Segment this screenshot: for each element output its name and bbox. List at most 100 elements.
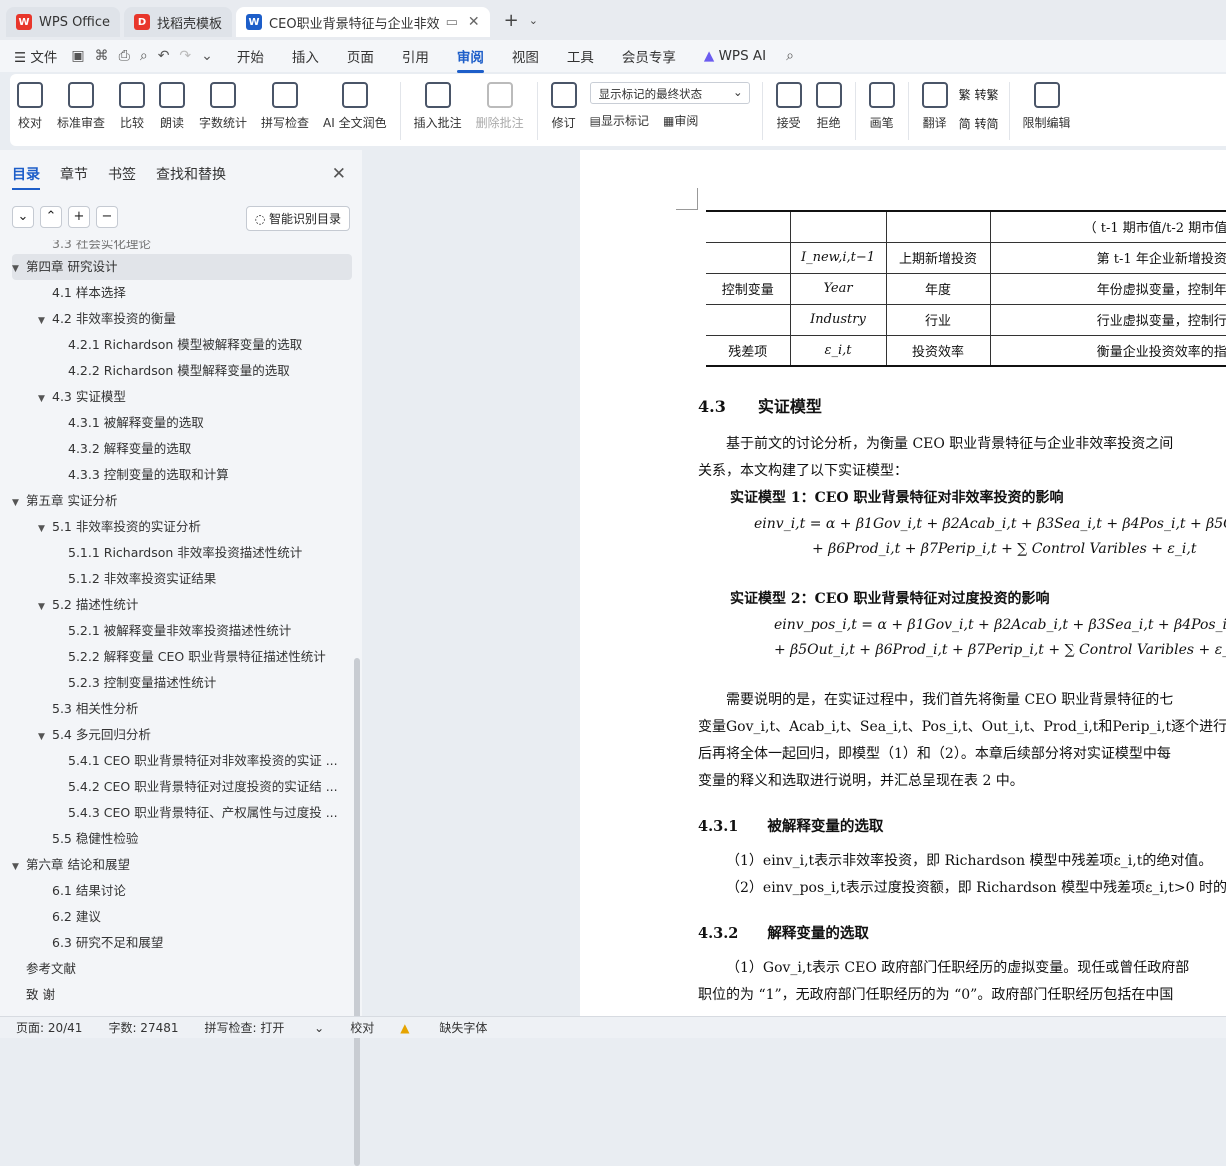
toc-item[interactable]: 5.4.2 CEO 职业背景特征对过度投资的实证结 ... bbox=[12, 774, 352, 800]
ribbon-tab-tools[interactable]: 工具 bbox=[567, 46, 594, 66]
file-menu[interactable]: ☰ 文件 bbox=[14, 46, 57, 66]
toc-item[interactable]: 致 谢 bbox=[12, 982, 352, 1008]
toc-item[interactable]: 5.1.2 非效率投资实证结果 bbox=[12, 566, 352, 592]
collapse-arrow-icon[interactable]: ▼ bbox=[38, 594, 52, 618]
toc-item[interactable]: 3.3 社会实化理论 bbox=[12, 240, 352, 254]
toc-item[interactable]: 6.1 结果讨论 bbox=[12, 878, 352, 904]
toc-item[interactable]: ▼ 第四章 研究设计 bbox=[12, 254, 352, 280]
new-tab-plus-icon[interactable]: + bbox=[504, 10, 519, 31]
track-changes-button[interactable]: 修订 bbox=[544, 82, 584, 131]
print-preview-icon[interactable]: ⌕ bbox=[140, 48, 148, 64]
toc-item[interactable]: 5.1.1 Richardson 非效率投资描述性统计 bbox=[12, 540, 352, 566]
toc-item[interactable]: 5.2.1 被解释变量非效率投资描述性统计 bbox=[12, 618, 352, 644]
ribbon-tab-home[interactable]: 开始 bbox=[237, 46, 264, 66]
undo-icon[interactable]: ↶ bbox=[158, 48, 170, 64]
show-markup-button[interactable]: ▤ 显示标记 bbox=[590, 112, 649, 129]
toc-item[interactable]: 6.2 建议 bbox=[12, 904, 352, 930]
ribbon-tab-review[interactable]: 审阅 bbox=[456, 46, 484, 73]
toc-item[interactable]: 5.4.3 CEO 职业背景特征、产权属性与过度投 ... bbox=[12, 800, 352, 826]
print-icon[interactable]: ⎙ bbox=[119, 48, 130, 64]
toc-item-label: 5.4.1 CEO 职业背景特征对非效率投资的实证 ... bbox=[68, 753, 338, 768]
smart-toc-button[interactable]: ◌ 智能识别目录 bbox=[245, 206, 350, 231]
to-traditional-button[interactable]: 繁 转繁 bbox=[959, 86, 999, 103]
insert-comment-button[interactable]: 插入批注 bbox=[407, 82, 469, 131]
toc-item[interactable]: 5.2.2 解释变量 CEO 职业背景特征描述性统计 bbox=[12, 644, 352, 670]
toc-item[interactable]: 4.3.1 被解释变量的选取 bbox=[12, 410, 352, 436]
proofread-status[interactable]: 校对 bbox=[350, 1019, 374, 1036]
collapse-arrow-icon[interactable]: ▼ bbox=[38, 386, 52, 410]
wps-ai-button[interactable]: ▲ WPS AI bbox=[704, 48, 766, 64]
ribbon-tab-view[interactable]: 视图 bbox=[512, 46, 539, 66]
redo-icon[interactable]: ↷ bbox=[179, 48, 191, 64]
close-tab-icon[interactable]: ✕ bbox=[468, 14, 480, 30]
add-heading-icon[interactable]: + bbox=[68, 206, 90, 228]
toc-item[interactable]: 4.3.2 解释变量的选取 bbox=[12, 436, 352, 462]
tab-document[interactable]: W CEO职业背景特征与企业非效 ▭ ✕ bbox=[236, 7, 490, 37]
toc-item[interactable]: 6.3 研究不足和展望 bbox=[12, 930, 352, 956]
spell-check-status[interactable]: 拼写检查: 打开 ⌄ bbox=[205, 1019, 325, 1036]
tab-template[interactable]: D 找稻壳模板 bbox=[124, 7, 233, 37]
toc-item[interactable]: 5.4.1 CEO 职业背景特征对非效率投资的实证 ... bbox=[12, 748, 352, 774]
collapse-arrow-icon[interactable]: ▼ bbox=[38, 724, 52, 748]
toc-item[interactable]: 4.3.3 控制变量的选取和计算 bbox=[12, 462, 352, 488]
toc-item[interactable]: ▼ 4.2 非效率投资的衡量 bbox=[12, 306, 352, 332]
proofread-button[interactable]: 校对 bbox=[10, 82, 50, 131]
accept-button[interactable]: 接受 bbox=[769, 82, 809, 131]
ribbon-tab-page[interactable]: 页面 bbox=[347, 46, 374, 66]
expand-down-icon[interactable]: ⌄ bbox=[12, 206, 34, 228]
toc-item[interactable]: 参考文献 bbox=[12, 956, 352, 982]
toc-item[interactable]: ▼ 5.1 非效率投资的实证分析 bbox=[12, 514, 352, 540]
remove-heading-icon[interactable]: − bbox=[96, 206, 118, 228]
toc-item[interactable]: ▼ 第六章 结论和展望 bbox=[12, 852, 352, 878]
missing-font-status[interactable]: ▲ 缺失字体 bbox=[400, 1019, 513, 1036]
toc-item[interactable]: 4.2.2 Richardson 模型解释变量的选取 bbox=[12, 358, 352, 384]
translate-button[interactable]: 翻译 bbox=[915, 82, 955, 131]
pen-button[interactable]: 画笔 bbox=[862, 82, 902, 131]
restrict-edit-button[interactable]: 限制编辑 bbox=[1016, 82, 1078, 131]
standard-review-button[interactable]: 标准审查 bbox=[50, 82, 112, 131]
tab-wps-office[interactable]: W WPS Office bbox=[6, 7, 121, 37]
search-icon[interactable]: ⌕ bbox=[786, 48, 794, 64]
tab-dropdown-icon[interactable]: ⌄ bbox=[529, 14, 538, 27]
read-aloud-button[interactable]: 朗读 bbox=[152, 82, 192, 131]
ribbon-tab-reference[interactable]: 引用 bbox=[402, 46, 429, 66]
ribbon-tab-insert[interactable]: 插入 bbox=[292, 46, 319, 66]
toc-item[interactable]: ▼ 第五章 实证分析 bbox=[12, 488, 352, 514]
collapse-arrow-icon[interactable]: ▼ bbox=[12, 256, 26, 280]
tab-chapters[interactable]: 章节 bbox=[60, 164, 88, 190]
tab-toc[interactable]: 目录 bbox=[12, 164, 40, 190]
more-icon[interactable]: ⌄ bbox=[201, 48, 213, 64]
ai-polish-button[interactable]: AI 全文润色 bbox=[316, 82, 394, 131]
toc-item[interactable]: ▼ 5.2 描述性统计 bbox=[12, 592, 352, 618]
markup-display-select[interactable]: 显示标记的最终状态 ⌄ bbox=[589, 82, 750, 104]
toc-item[interactable]: ▼ 4.3 实证模型 bbox=[12, 384, 352, 410]
toc-item[interactable]: 4.2.1 Richardson 模型被解释变量的选取 bbox=[12, 332, 352, 358]
close-icon[interactable]: ✕ bbox=[332, 164, 346, 184]
toc-item[interactable]: 4.1 样本选择 bbox=[12, 280, 352, 306]
share-icon[interactable]: ⌘ bbox=[95, 48, 109, 64]
tab-find-replace[interactable]: 查找和替换 bbox=[156, 164, 226, 190]
review-pane-button[interactable]: ▦ 审阅 bbox=[663, 112, 698, 129]
toc-item[interactable]: 5.3 相关性分析 bbox=[12, 696, 352, 722]
collapse-arrow-icon[interactable]: ▼ bbox=[12, 854, 26, 878]
delete-comment-button[interactable]: 删除批注 bbox=[469, 82, 531, 131]
toc-item[interactable]: ▼ 5.4 多元回归分析 bbox=[12, 722, 352, 748]
word-count-button[interactable]: 字数统计 bbox=[192, 82, 254, 131]
collapse-arrow-icon[interactable]: ▼ bbox=[38, 308, 52, 332]
collapse-up-icon[interactable]: ⌃ bbox=[40, 206, 62, 228]
tab-bookmarks[interactable]: 书签 bbox=[108, 164, 136, 190]
ribbon-tab-member[interactable]: 会员专享 bbox=[622, 46, 676, 66]
to-simplified-button[interactable]: 简 转简 bbox=[959, 115, 999, 132]
page-count[interactable]: 页面: 20/41 bbox=[16, 1019, 82, 1036]
save-icon[interactable]: ▣ bbox=[71, 48, 84, 64]
toc-item[interactable]: 5.5 稳健性检验 bbox=[12, 826, 352, 852]
screen-icon[interactable]: ▭ bbox=[446, 15, 458, 30]
toc-item[interactable]: 5.2.3 控制变量描述性统计 bbox=[12, 670, 352, 696]
reject-button[interactable]: 拒绝 bbox=[809, 82, 849, 131]
compare-button[interactable]: 比较 bbox=[112, 82, 152, 131]
collapse-arrow-icon[interactable]: ▼ bbox=[12, 490, 26, 514]
word-count[interactable]: 字数: 27481 bbox=[108, 1019, 178, 1036]
toc-scrollbar[interactable] bbox=[354, 658, 360, 1166]
spell-check-button[interactable]: 拼写检查 bbox=[254, 82, 316, 131]
collapse-arrow-icon[interactable]: ▼ bbox=[38, 516, 52, 540]
